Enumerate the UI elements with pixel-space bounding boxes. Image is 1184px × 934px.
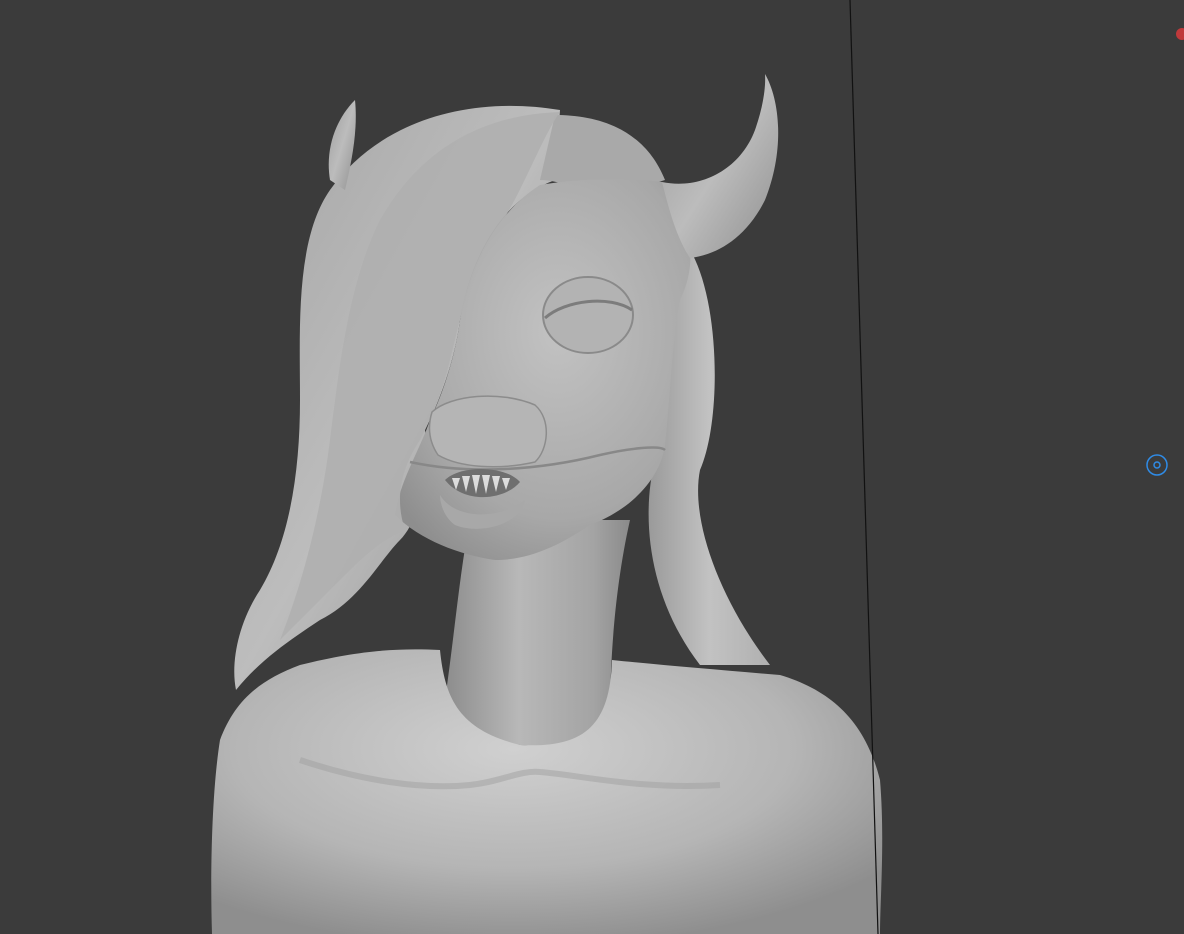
- sculpt-mesh[interactable]: [0, 0, 1184, 934]
- pivot-gizmo-icon[interactable]: [1146, 454, 1168, 476]
- 3d-viewport[interactable]: [0, 0, 1184, 934]
- eye-closed: [542, 276, 634, 354]
- muzzle: [428, 395, 548, 468]
- red-dot-icon[interactable]: [1176, 28, 1184, 40]
- horn-right: [662, 74, 779, 258]
